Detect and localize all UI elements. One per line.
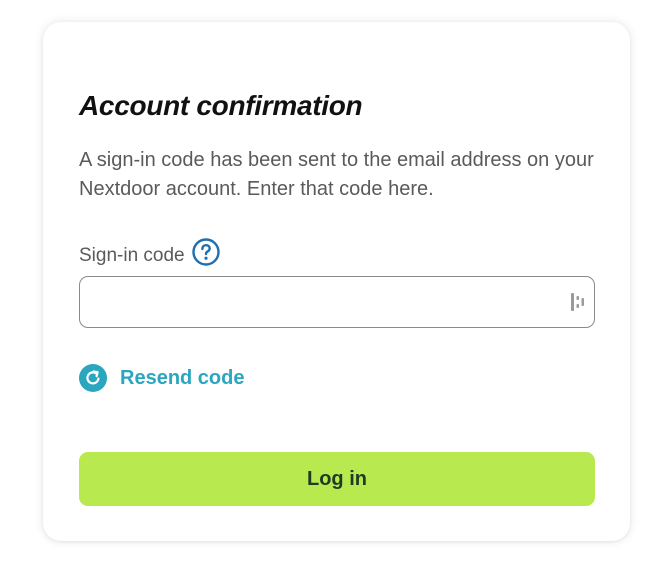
- sign-in-code-label-row: Sign-in code: [79, 235, 220, 269]
- instructions-text: A sign-in code has been sent to the emai…: [79, 149, 594, 200]
- account-confirmation-card: Account confirmation A sign-in code has …: [43, 22, 630, 541]
- refresh-icon: [79, 364, 107, 392]
- log-in-button[interactable]: Log in: [79, 452, 595, 506]
- resend-code-link[interactable]: Resend code: [79, 364, 244, 392]
- sign-in-code-label: Sign-in code: [79, 245, 185, 266]
- resend-code-label: Resend code: [120, 366, 245, 389]
- sign-in-code-input[interactable]: [80, 277, 550, 327]
- sign-in-code-field[interactable]: [79, 276, 595, 328]
- page-title: Account confirmation: [79, 90, 363, 121]
- password-manager-icon[interactable]: [570, 293, 586, 311]
- question-circle-icon[interactable]: [191, 238, 220, 266]
